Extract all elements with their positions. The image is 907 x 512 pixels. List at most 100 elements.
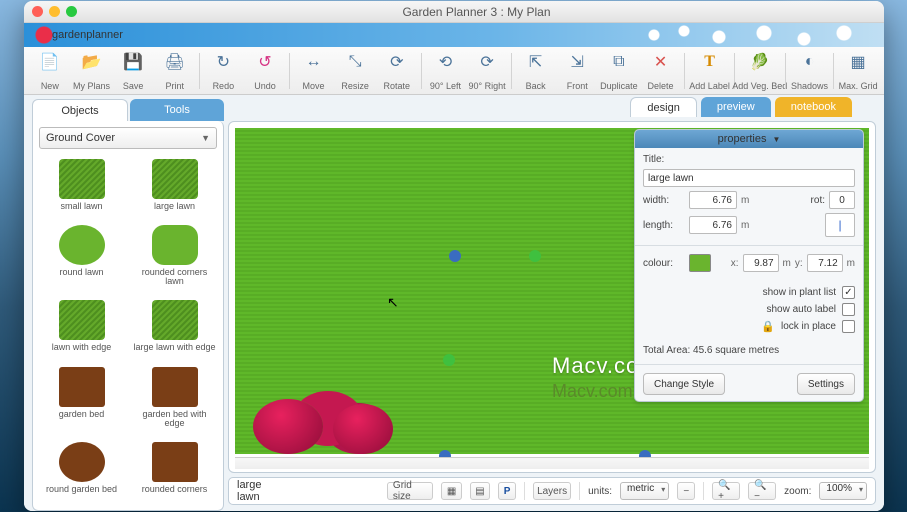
object-label: large lawn (154, 202, 195, 211)
object-label: lawn with edge (52, 343, 112, 352)
object-label: round lawn (59, 268, 103, 277)
grid-toggle-1[interactable]: ▦ (441, 482, 461, 500)
resize-handle[interactable] (449, 250, 461, 262)
show-auto-checkbox[interactable] (842, 303, 855, 316)
title-bar: Garden Planner 3 : My Plan (24, 1, 884, 23)
title-input[interactable] (643, 169, 855, 187)
length-label: length: (643, 220, 685, 231)
settings-button[interactable]: Settings (797, 373, 855, 395)
zoom-select[interactable]: 100% (819, 482, 867, 500)
show-plant-checkbox[interactable]: ✓ (842, 286, 855, 299)
layers-button[interactable]: Layers (533, 482, 571, 500)
toolbar-resize[interactable]: ⤡ Resize (335, 51, 375, 91)
toolbar-back[interactable]: ⇱Back (516, 51, 556, 91)
resize-handle[interactable] (443, 354, 455, 366)
toolbar-rotate[interactable]: ⟳Rotate (377, 51, 417, 91)
object-swatch (152, 300, 198, 340)
chevron-down-icon: ▼ (201, 133, 210, 143)
x-input[interactable] (743, 254, 779, 272)
category-dropdown[interactable]: Ground Cover ▼ (39, 127, 217, 149)
p-toggle[interactable]: P (498, 482, 516, 500)
toolbar-label: New (41, 81, 59, 91)
status-bar: large lawn Grid size ▦ ▤ P Layers units:… (228, 477, 876, 505)
object-round-lawn[interactable]: round lawn (37, 223, 126, 296)
window-title: Garden Planner 3 : My Plan (77, 5, 876, 19)
toolbar-label: Rotate (384, 81, 411, 91)
maximize-button[interactable] (66, 6, 77, 17)
toolbar-label: Resize (341, 81, 369, 91)
rotate-icon[interactable]: | (825, 213, 855, 237)
decorative-flowers (624, 23, 884, 47)
properties-header[interactable]: properties▼ (635, 130, 863, 148)
toolbar-save[interactable]: 💾Save (113, 51, 153, 91)
toolbar-shadows[interactable]: ◐Shadows (790, 51, 830, 91)
zoom-out-icon[interactable]: 🔍− (748, 482, 776, 500)
toolbar-move[interactable]: ↔Move (294, 51, 334, 91)
object-large-lawn[interactable]: large lawn (130, 157, 219, 221)
toolbar-label: Back (526, 81, 546, 91)
add-label-icon: T (699, 51, 721, 73)
tab-notebook[interactable]: notebook (775, 97, 852, 117)
selection-name: large lawn (237, 479, 281, 503)
brand-name: gardenplanner (52, 29, 123, 41)
resize-handle[interactable] (529, 250, 541, 262)
tab-tools[interactable]: Tools (130, 99, 224, 121)
tab-preview[interactable]: preview (701, 97, 771, 117)
toolbar-undo[interactable]: ↺Undo (245, 51, 285, 91)
object-label: garden bed with edge (132, 410, 217, 429)
toolbar-label: 90° Left (430, 81, 461, 91)
object-round-garden-bed[interactable]: round garden bed (37, 440, 126, 504)
toolbar-new[interactable]: 📄New (30, 51, 70, 91)
lock-checkbox[interactable] (842, 320, 855, 333)
grid-toggle-2[interactable]: ▤ (470, 482, 490, 500)
toolbar-redo[interactable]: ↻Redo (204, 51, 244, 91)
tab-objects[interactable]: Objects (32, 99, 128, 121)
object-garden-bed[interactable]: garden bed (37, 365, 126, 438)
category-value: Ground Cover (46, 132, 115, 144)
grid-size-button[interactable]: Grid size (387, 482, 434, 500)
toolbar-duplicate[interactable]: ⧉Duplicate (599, 51, 639, 91)
toolbar-label: Add Veg. Bed (732, 81, 787, 91)
object-label: small lawn (60, 202, 102, 211)
resize-icon: ⤡ (344, 51, 366, 73)
object-swatch (152, 367, 198, 407)
toolbar-print[interactable]: 🖨Print (155, 51, 195, 91)
front-icon: ⇲ (566, 51, 588, 73)
object-small-lawn[interactable]: small lawn (37, 157, 126, 221)
toolbar-label: Redo (213, 81, 235, 91)
toolbar-add-veg-bed[interactable]: 🥬Add Veg. Bed (739, 51, 781, 91)
object-swatch (59, 442, 105, 482)
length-input[interactable] (689, 216, 737, 234)
toolbar-delete[interactable]: ✕Delete (641, 51, 681, 91)
max-grid-icon: ▦ (847, 51, 869, 73)
undo-icon: ↺ (254, 51, 276, 73)
object-large-lawn-with-edge[interactable]: large lawn with edge (130, 298, 219, 362)
object-rounded-corners-lawn[interactable]: rounded corners lawn (130, 223, 219, 296)
width-input[interactable] (689, 191, 737, 209)
shrub-object[interactable] (253, 394, 393, 454)
object-swatch (59, 225, 105, 265)
chevron-down-icon: ▼ (773, 135, 781, 144)
units-minus[interactable]: − (677, 482, 695, 500)
object-swatch (152, 442, 198, 482)
toolbar-90-right[interactable]: ⟳90° Right (467, 51, 507, 91)
y-input[interactable] (807, 254, 843, 272)
toolbar-add-label[interactable]: TAdd Label (689, 51, 730, 91)
minimize-button[interactable] (49, 6, 60, 17)
toolbar-max-grid[interactable]: ▦Max. Grid (838, 51, 878, 91)
units-select[interactable]: metric (620, 482, 669, 500)
object-label: rounded corners lawn (132, 268, 217, 287)
objects-panel: Ground Cover ▼ small lawn large lawn round… (32, 121, 224, 511)
object-lawn-with-edge[interactable]: lawn with edge (37, 298, 126, 362)
tab-design[interactable]: design (630, 97, 696, 117)
change-style-button[interactable]: Change Style (643, 373, 725, 395)
toolbar-front[interactable]: ⇲Front (557, 51, 597, 91)
object-garden-bed-with-edge[interactable]: garden bed with edge (130, 365, 219, 438)
rot-input[interactable] (829, 191, 855, 209)
zoom-in-icon[interactable]: 🔍+ (712, 482, 740, 500)
toolbar-90-left[interactable]: ⟲90° Left (426, 51, 466, 91)
colour-swatch[interactable] (689, 254, 711, 272)
toolbar-my-plans[interactable]: 📂My Plans (72, 51, 112, 91)
object-rounded-corners[interactable]: rounded corners (130, 440, 219, 504)
close-button[interactable] (32, 6, 43, 17)
